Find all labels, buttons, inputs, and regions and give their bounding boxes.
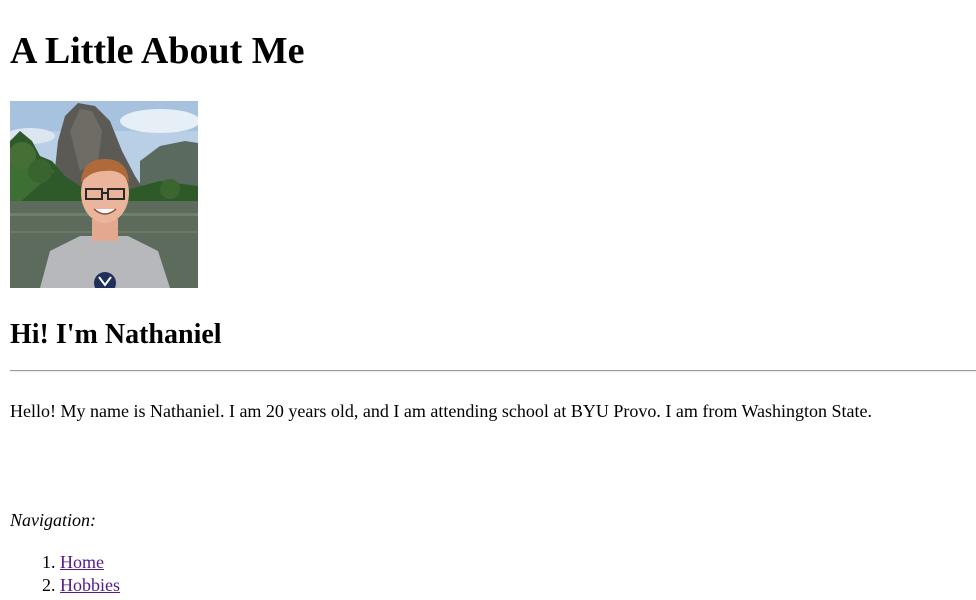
section-divider <box>10 370 976 372</box>
home-link[interactable]: Home <box>60 552 104 572</box>
profile-photo <box>10 101 198 288</box>
list-item: Home <box>60 551 120 574</box>
greeting-heading: Hi! I'm Nathaniel <box>10 319 222 350</box>
navigation-label: Navigation: <box>10 510 96 530</box>
intro-paragraph: Hello! My name is Nathaniel. I am 20 yea… <box>10 401 873 421</box>
navigation-list: Home Hobbies <box>10 551 120 597</box>
list-item: Hobbies <box>60 574 120 597</box>
hobbies-link[interactable]: Hobbies <box>60 575 120 595</box>
page-title: A Little About Me <box>10 30 305 72</box>
